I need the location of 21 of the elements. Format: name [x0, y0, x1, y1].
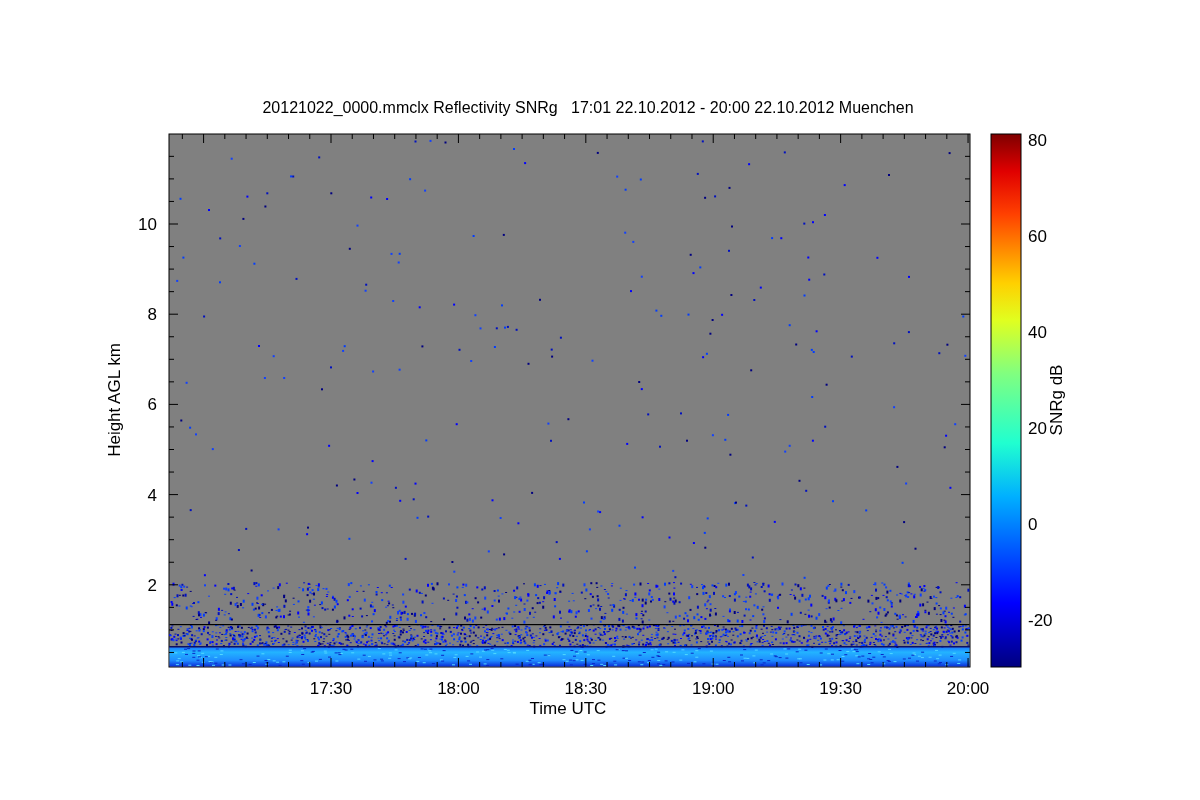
colorbar-tick-label: 20: [1028, 419, 1047, 438]
plot-title: 20121022_0000.mmclx Reflectivity SNRg 17:01 22.10.2012 - 20:00 22.10.2012 Muenchen: [262, 99, 914, 116]
x-axis-label: Time UTC: [529, 699, 607, 718]
y-tick-label: 6: [147, 395, 157, 415]
x-tick-label: 18:30: [564, 679, 608, 698]
y-axis-label: Height AGL km: [105, 343, 124, 457]
colorbar-tick-label: -20: [1028, 611, 1053, 630]
colorbar-label: SNRg dB: [1047, 364, 1066, 436]
colorbar-tick-label: 40: [1028, 323, 1047, 342]
x-tick-label: 17:30: [309, 679, 353, 698]
y-tick-label: 8: [147, 305, 157, 325]
colorbar-tick-label: 60: [1028, 227, 1047, 246]
colorbar-tick-label: 80: [1028, 131, 1047, 150]
y-tick-label: 2: [147, 575, 157, 595]
x-tick-label: 19:00: [691, 679, 735, 698]
y-tick-label: 10: [138, 215, 157, 234]
y-tick-label: 4: [147, 485, 157, 505]
x-tick-label: 18:00: [437, 679, 480, 698]
colorbar-tick-label: 0: [1028, 515, 1038, 534]
x-tick-label: 20:00: [946, 679, 990, 698]
x-tick-label: 19:30: [819, 679, 862, 698]
